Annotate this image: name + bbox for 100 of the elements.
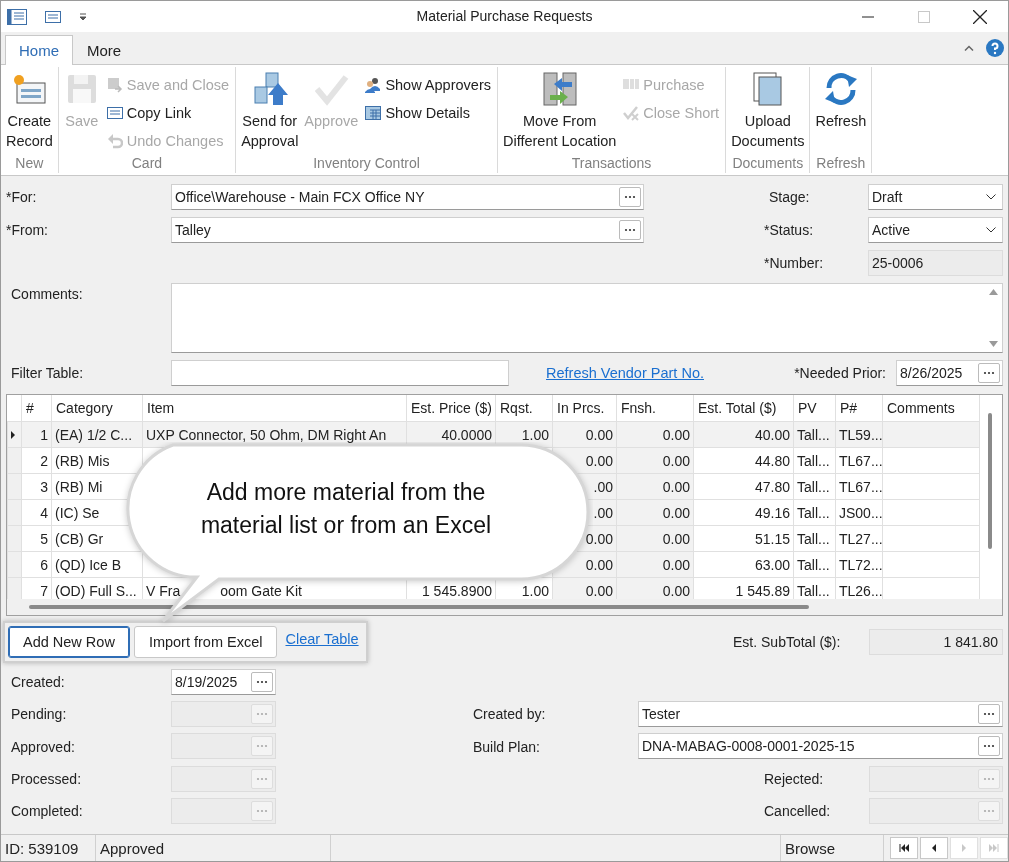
table-cell: 0.00 — [662, 504, 690, 521]
table-cell: Tall... — [797, 452, 830, 469]
for-field[interactable]: Office\Warehouse - Main FCX Office NY — [171, 184, 644, 210]
column-header[interactable]: Item — [147, 400, 175, 416]
upload-documents-button[interactable]: Upload Documents — [729, 67, 807, 155]
action-button[interactable]: Add New Row — [8, 626, 130, 659]
group-label: Transactions — [570, 155, 653, 173]
clear-table-link[interactable]: Clear Table — [281, 631, 363, 654]
stage-dropdown[interactable]: Draft — [868, 184, 1003, 210]
table-cell: 0.00 — [662, 478, 690, 495]
field-label: Cancelled: — [763, 802, 832, 819]
build-plan-field[interactable]: DNA-MABAG-0008-0001-2025-15 — [638, 733, 1003, 760]
window-title: Material Purchase Requests — [416, 8, 593, 24]
table-cell: 51.15 — [754, 530, 790, 547]
ellipsis-icon — [256, 776, 268, 781]
dropdown-icon[interactable] — [79, 12, 87, 21]
status-dropdown[interactable]: Active — [868, 217, 1003, 243]
table-cell: 47.80 — [754, 478, 790, 495]
from-field[interactable]: Talley — [171, 217, 644, 243]
column-header[interactable]: Category — [56, 400, 113, 416]
column-header[interactable]: Est. Price ($) — [411, 400, 492, 416]
column-header[interactable]: Est. Total ($) — [698, 400, 777, 416]
callout-text: Add more material from the material list or from an Excel — [199, 478, 493, 540]
table-cell: JS00... — [839, 504, 882, 521]
send-for-approval-button[interactable]: Send for Approval — [239, 67, 301, 155]
table-cell: TL26... — [839, 582, 882, 599]
scroll-down-icon[interactable] — [989, 341, 998, 347]
record-state: Approved — [100, 839, 165, 857]
needed-prior-field[interactable]: 8/26/2025 — [896, 360, 1003, 386]
group-label: Card — [130, 155, 164, 173]
browse-button[interactable] — [619, 220, 641, 240]
show-details-button[interactable]: Show Details — [362, 101, 494, 125]
action-button[interactable]: Import from Excel — [133, 626, 278, 659]
move-location-button[interactable]: Move From Different Location — [500, 67, 619, 155]
table-cell: 7 — [40, 582, 48, 599]
table-cell: (RB) Mi — [55, 478, 103, 495]
table-cell: .00 — [593, 504, 613, 521]
column-header[interactable]: # — [26, 400, 34, 416]
text-box-icon[interactable] — [45, 9, 61, 24]
ellipsis-icon — [256, 712, 268, 717]
table-cell: oom Gate Kit — [220, 582, 302, 599]
scrollbar-thumb[interactable] — [988, 413, 992, 549]
field-label: *Needed Prior: — [794, 365, 886, 381]
browse-button[interactable] — [978, 363, 1000, 383]
field-label: Completed: — [10, 802, 84, 819]
table-cell: 2 — [40, 452, 48, 469]
table-cell: 1 545.89 — [735, 582, 790, 599]
cabinets-arrows-icon — [541, 71, 578, 107]
field-label: Rejected: — [763, 770, 825, 787]
collapse-icon[interactable] — [964, 45, 974, 51]
table-cell: Tall... — [797, 426, 830, 443]
table-cell: 1.00 — [521, 582, 549, 599]
table-cell: 44.80 — [754, 452, 790, 469]
next-icon — [959, 843, 969, 853]
refresh-button[interactable]: Refresh — [813, 67, 869, 155]
field-label: Comments: — [10, 285, 84, 302]
scrollbar-thumb[interactable] — [29, 605, 809, 609]
column-header[interactable]: P# — [840, 400, 858, 416]
filter-field[interactable] — [171, 360, 509, 386]
table-cell: Tall... — [797, 530, 830, 547]
show-approvers-button[interactable]: Show Approvers — [362, 73, 494, 97]
browse-button[interactable] — [251, 672, 273, 693]
ribbon-tab[interactable]: More — [73, 35, 136, 65]
column-header[interactable]: Rqst. — [500, 400, 533, 416]
table-cell: TL72... — [839, 556, 882, 573]
mode-label: Browse — [785, 839, 836, 857]
column-header[interactable]: PV — [798, 400, 817, 416]
chevron-down-icon — [986, 227, 996, 233]
number-field[interactable]: 25-0006 — [868, 250, 1003, 276]
ellipsis-icon — [983, 371, 995, 375]
date-field[interactable]: 8/19/2025 — [171, 669, 276, 696]
browse-button[interactable] — [978, 704, 1000, 725]
table-cell: V Fra — [146, 582, 181, 599]
table-cell: 0.00 — [585, 582, 613, 599]
ribbon-tab[interactable]: Home — [5, 35, 73, 65]
column-header[interactable]: Fnsh. — [621, 400, 656, 416]
table-cell: TL67... — [839, 452, 882, 469]
people-icon — [365, 77, 382, 93]
refresh-vendor-link[interactable]: Refresh Vendor Part No. — [546, 365, 704, 381]
field-label: *From: — [6, 222, 49, 238]
create-record-button[interactable]: Create Record — [4, 67, 55, 155]
nav-button[interactable] — [890, 837, 918, 859]
copy-link-button[interactable]: Copy Link — [103, 101, 233, 125]
column-header[interactable]: In Prcs. — [557, 400, 605, 416]
browse-button[interactable] — [978, 736, 1000, 757]
help-icon[interactable] — [986, 39, 1004, 57]
comments-field[interactable] — [171, 283, 1003, 353]
field-label: Processed: — [10, 770, 83, 787]
table-cell: 0.00 — [585, 426, 613, 443]
table-cell: 1 545.8900 — [421, 582, 492, 599]
group-label: New — [14, 155, 45, 173]
table-cell: 0.00 — [662, 426, 690, 443]
browse-button[interactable] — [619, 187, 641, 207]
created-by-field[interactable]: Tester — [638, 701, 1003, 728]
field-label: Build Plan: — [473, 738, 541, 755]
table-cell: (EA) 1/2 C... — [55, 426, 133, 443]
table-cell: 5 — [40, 530, 48, 547]
column-header[interactable]: Comments — [887, 400, 955, 416]
undo-icon — [106, 133, 123, 149]
scroll-up-icon[interactable] — [989, 289, 998, 295]
